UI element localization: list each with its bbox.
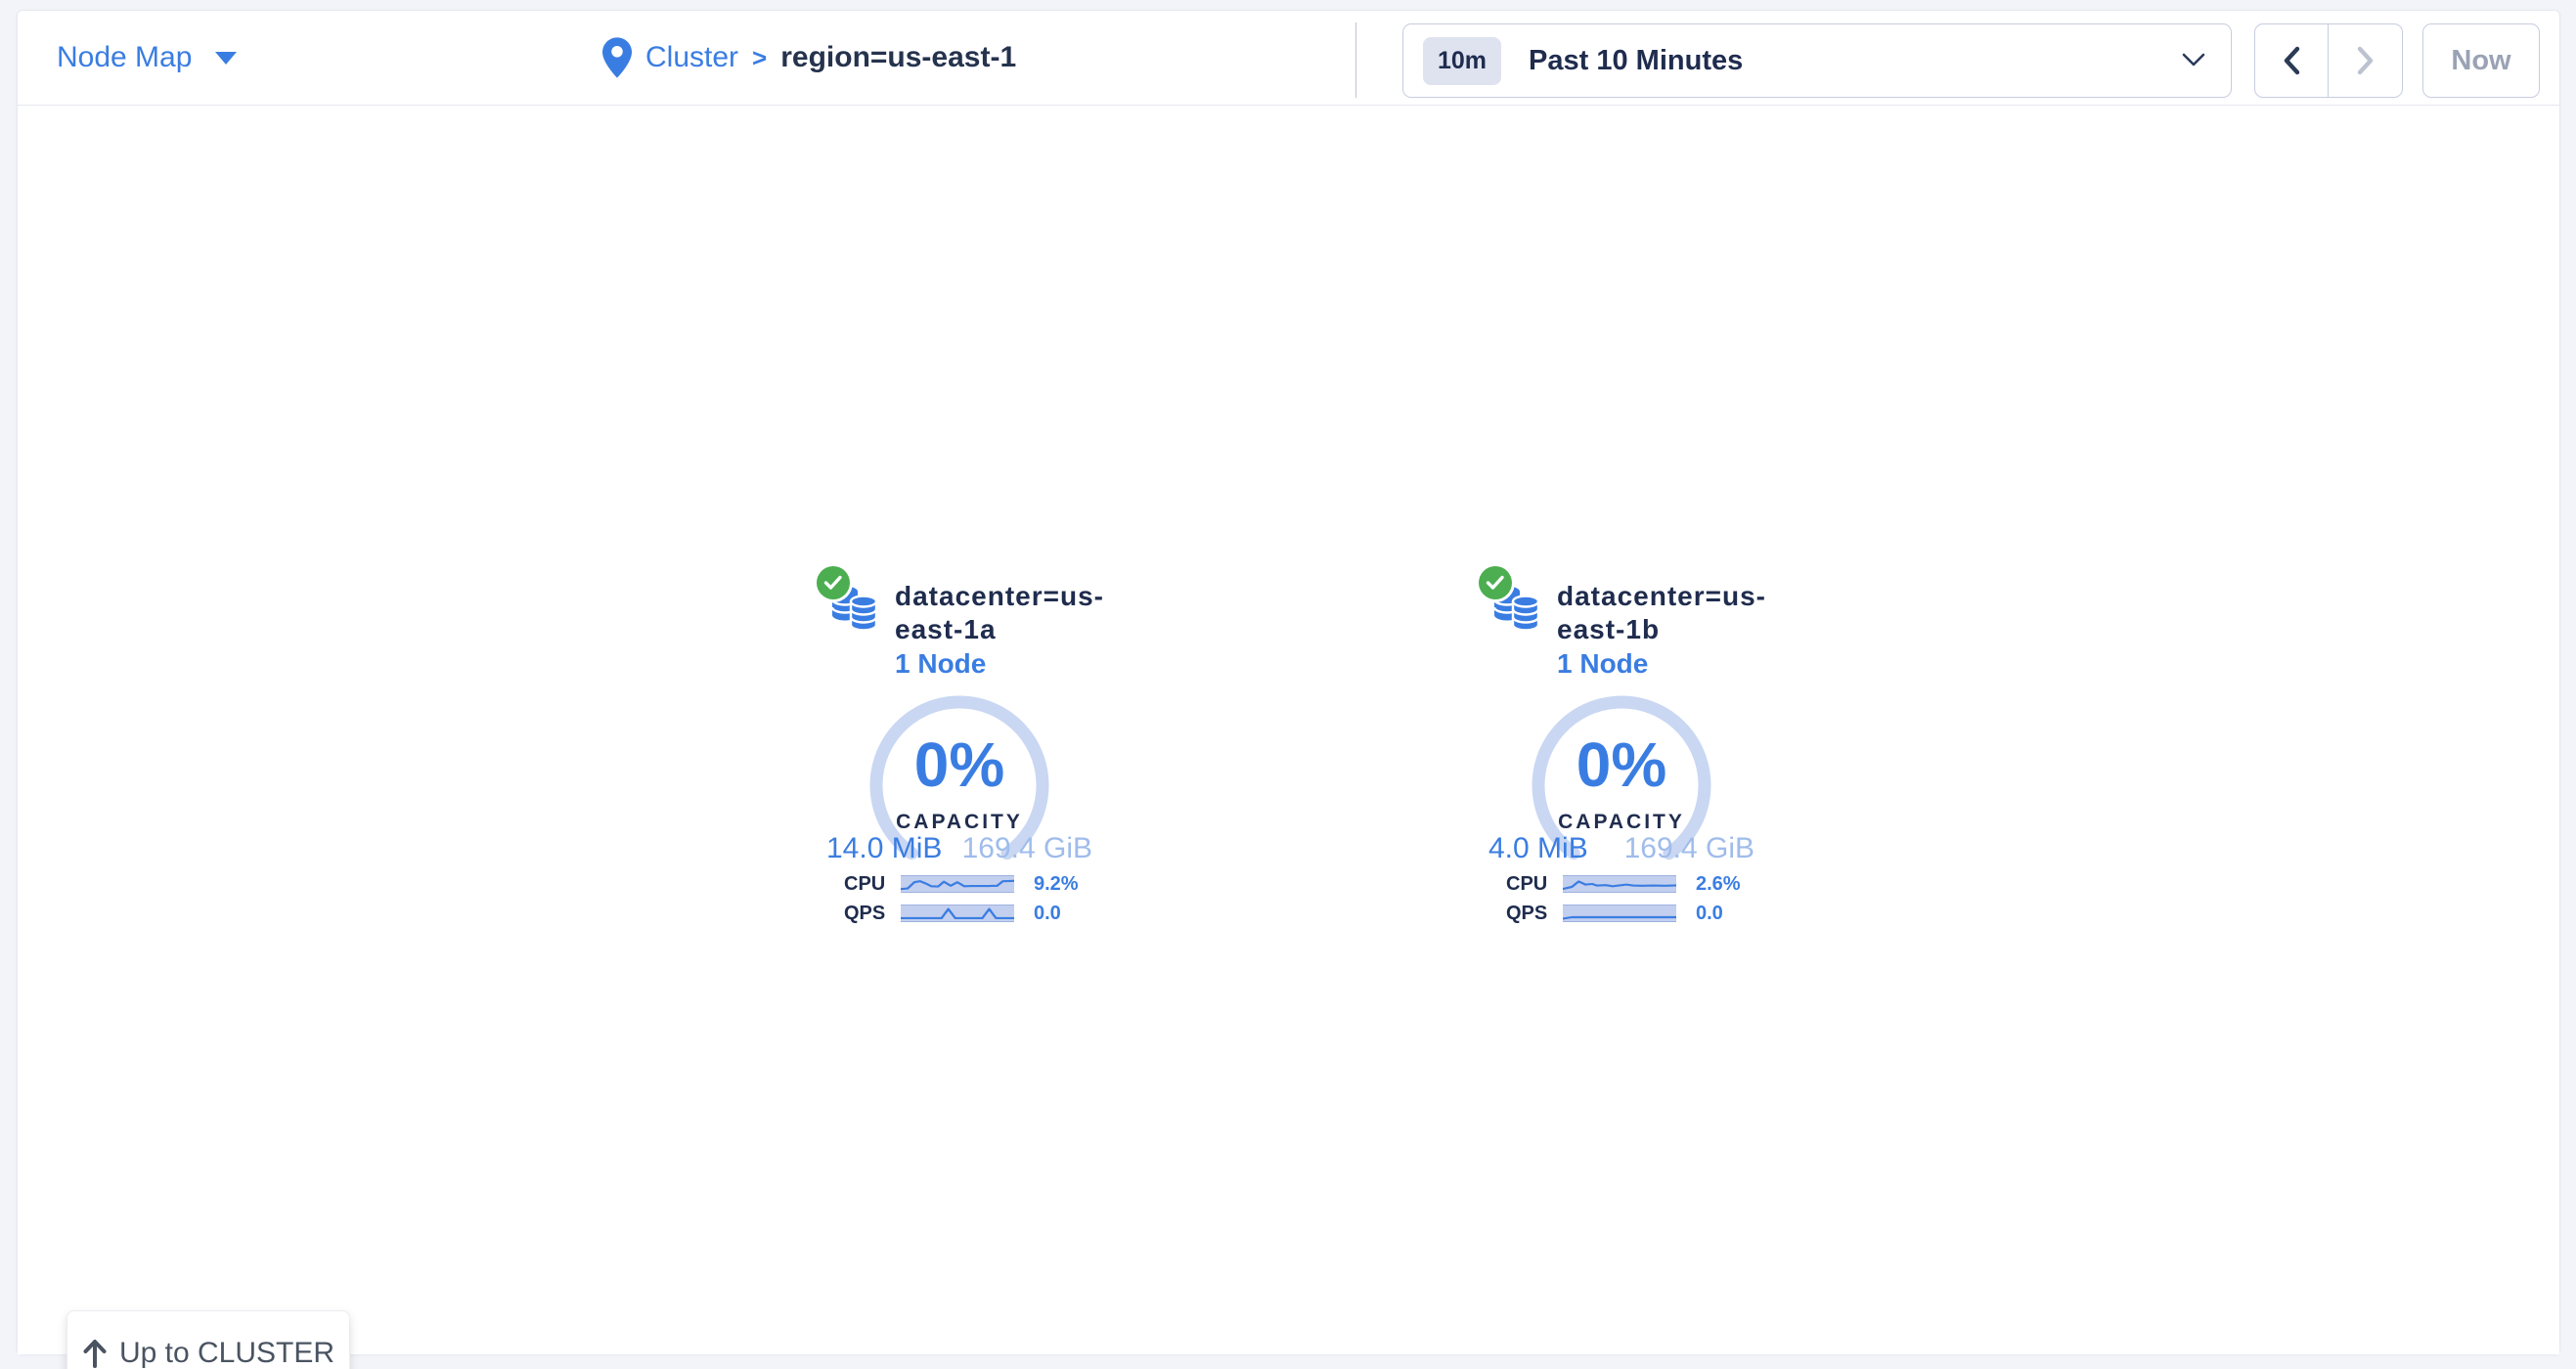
datacenter-titles: datacenter=us-east-1b 1 Node: [1557, 580, 1807, 682]
qps-value: 0.0: [1696, 903, 1723, 925]
breadcrumb-cluster-link[interactable]: Cluster: [645, 41, 738, 74]
breadcrumb-current-region: region=us-east-1: [780, 41, 1016, 74]
datacenter-card-us-east-1a[interactable]: datacenter=us-east-1a 1 Node 0% CAPACITY…: [774, 566, 1145, 928]
up-to-cluster-label: Up to CLUSTER: [119, 1337, 334, 1369]
capacity-used: 14.0 MiB: [826, 832, 942, 865]
qps-meter-row: QPS 0.0: [1506, 899, 1807, 928]
cpu-sparkline: [901, 875, 1014, 893]
cpu-sparkline: [1563, 875, 1676, 893]
time-range-label: Past 10 Minutes: [1529, 45, 1743, 77]
datacenter-title: datacenter=us-east-1a: [895, 580, 1145, 646]
node-map-canvas: datacenter=us-east-1a 1 Node 0% CAPACITY…: [18, 106, 2559, 1354]
datacenter-titles: datacenter=us-east-1a 1 Node: [895, 580, 1145, 682]
capacity-label: CAPACITY: [862, 811, 1057, 834]
capacity-percent: 0%: [1524, 729, 1719, 801]
cpu-label: CPU: [1506, 873, 1563, 896]
healthy-check-icon: [1479, 566, 1512, 599]
capacity-total: 169.4 GiB: [1624, 832, 1754, 865]
arrow-up-icon: [82, 1339, 108, 1368]
chevron-left-icon: [2281, 45, 2302, 76]
metric-rows: CPU 2.6% QPS 0.0: [1436, 869, 1807, 928]
qps-sparkline: [901, 905, 1014, 922]
qps-label: QPS: [844, 903, 901, 925]
datacenter-node-count: 1 Node: [895, 646, 1145, 682]
view-selector-label: Node Map: [57, 41, 192, 74]
datacenter-node-count: 1 Node: [1557, 646, 1807, 682]
time-range-dropdown[interactable]: 10m Past 10 Minutes: [1402, 23, 2232, 98]
view-selector-dropdown[interactable]: Node Map: [57, 11, 237, 105]
capacity-label: CAPACITY: [1524, 811, 1719, 834]
time-back-button[interactable]: [2255, 24, 2329, 97]
qps-sparkline: [1563, 905, 1676, 922]
datacenter-card-us-east-1b[interactable]: datacenter=us-east-1b 1 Node 0% CAPACITY…: [1436, 566, 1807, 928]
datacenter-title: datacenter=us-east-1b: [1557, 580, 1807, 646]
cpu-meter-row: CPU 2.6%: [1506, 869, 1807, 899]
datacenter-icon-wrap: [1492, 580, 1541, 635]
time-range-badge: 10m: [1423, 37, 1501, 85]
qps-label: QPS: [1506, 903, 1563, 925]
cpu-meter-row: CPU 9.2%: [844, 869, 1145, 899]
time-forward-button[interactable]: [2329, 24, 2402, 97]
capacity-total: 169.4 GiB: [962, 832, 1092, 865]
qps-meter-row: QPS 0.0: [844, 899, 1145, 928]
capacity-usage-row: 4.0 MiB 169.4 GiB: [1488, 832, 1754, 865]
healthy-check-icon: [817, 566, 850, 599]
datacenter-header: datacenter=us-east-1b 1 Node: [1492, 580, 1807, 682]
header-bar: Node Map Cluster > region=us-east-1 10m …: [18, 11, 2559, 106]
capacity-percent: 0%: [862, 729, 1057, 801]
breadcrumb: Cluster > region=us-east-1: [602, 11, 1016, 105]
datacenter-icon-wrap: [830, 580, 879, 635]
metric-rows: CPU 9.2% QPS 0.0: [774, 869, 1145, 928]
chevron-down-icon: [2182, 53, 2205, 68]
cpu-label: CPU: [844, 873, 901, 896]
time-nav-buttons: [2254, 23, 2403, 98]
capacity-usage-row: 14.0 MiB 169.4 GiB: [826, 832, 1092, 865]
qps-value: 0.0: [1034, 903, 1061, 925]
node-map-panel: Node Map Cluster > region=us-east-1 10m …: [17, 10, 2560, 1354]
cpu-value: 2.6%: [1696, 873, 1741, 896]
datacenter-header: datacenter=us-east-1a 1 Node: [830, 580, 1145, 682]
chevron-right-icon: [2355, 45, 2376, 76]
location-pin-icon: [602, 37, 632, 78]
now-button[interactable]: Now: [2422, 23, 2540, 98]
breadcrumb-separator: >: [752, 43, 767, 73]
chevron-down-icon: [215, 52, 237, 65]
up-to-cluster-button[interactable]: Up to CLUSTER: [67, 1310, 350, 1369]
header-divider: [1355, 22, 1356, 98]
capacity-used: 4.0 MiB: [1488, 832, 1588, 865]
cpu-value: 9.2%: [1034, 873, 1079, 896]
